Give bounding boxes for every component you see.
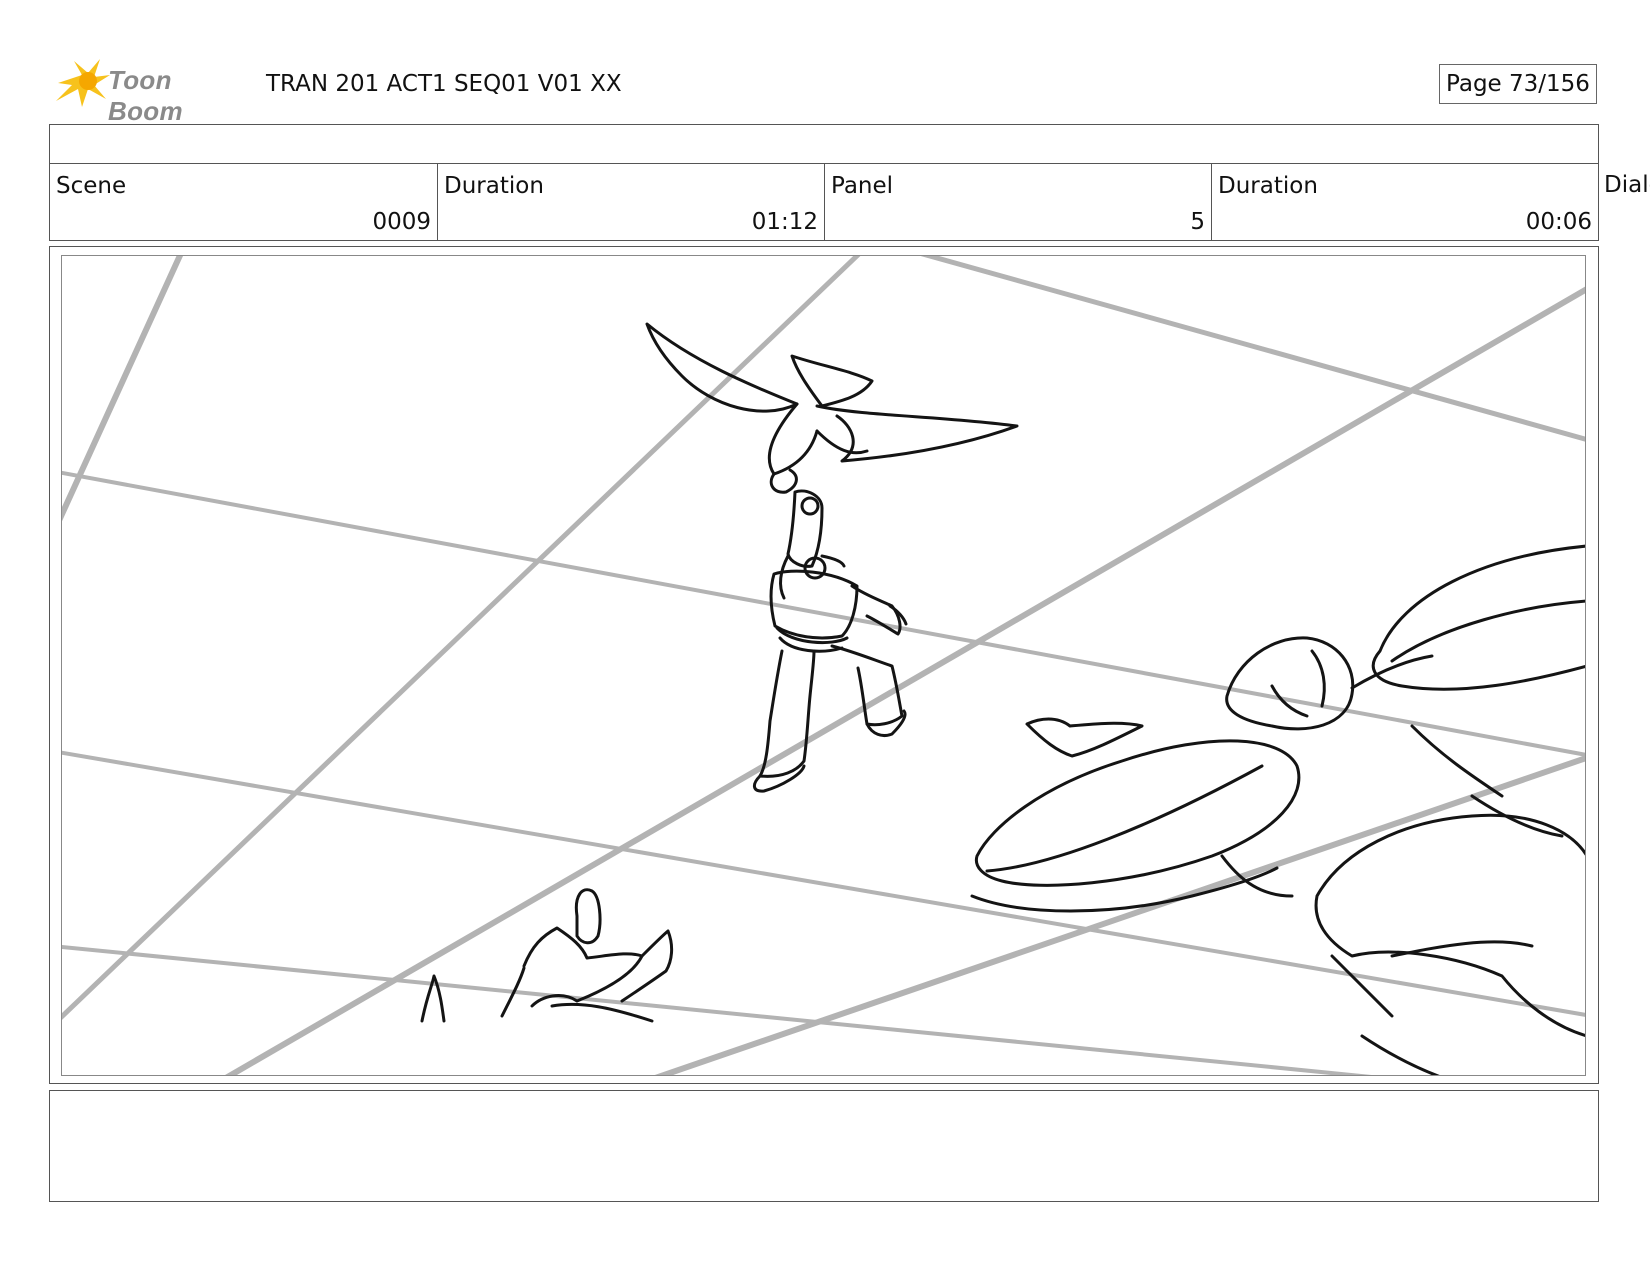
header-blank-row xyxy=(49,124,1599,164)
panel-duration-cell: Duration 00:06 xyxy=(1212,164,1598,240)
panel-duration-value: 00:06 xyxy=(1525,209,1592,235)
scene-info-row: Scene 0009 Duration 01:12 Panel 5 Durati… xyxy=(49,163,1599,241)
sketch-lines xyxy=(420,322,1585,1075)
toon-boom-logo: Toon Boom xyxy=(52,55,252,126)
logo-text: Toon Boom xyxy=(108,65,183,126)
scene-label: Scene xyxy=(56,173,127,199)
scene-cell: Scene 0009 xyxy=(50,164,438,240)
panel-notes-box xyxy=(49,1090,1599,1202)
scene-duration-cell: Duration 01:12 xyxy=(438,164,825,240)
scene-value: 0009 xyxy=(372,209,431,235)
scene-duration-label: Duration xyxy=(444,173,544,199)
page-number: Page 73/156 xyxy=(1439,64,1597,104)
panel-value: 5 xyxy=(1190,209,1205,235)
toon-boom-flare-icon xyxy=(56,59,110,107)
panel-label: Panel xyxy=(831,173,894,199)
storyboard-panel xyxy=(61,255,1586,1076)
storyboard-sketch xyxy=(62,256,1585,1075)
dialog-label: Dialo xyxy=(1604,172,1650,198)
panel-duration-label: Duration xyxy=(1218,173,1318,199)
project-title: TRAN 201 ACT1 SEQ01 V01 XX xyxy=(266,71,622,97)
scene-duration-value: 01:12 xyxy=(751,209,818,235)
perspective-grid xyxy=(62,256,1585,1075)
panel-cell: Panel 5 xyxy=(825,164,1212,240)
